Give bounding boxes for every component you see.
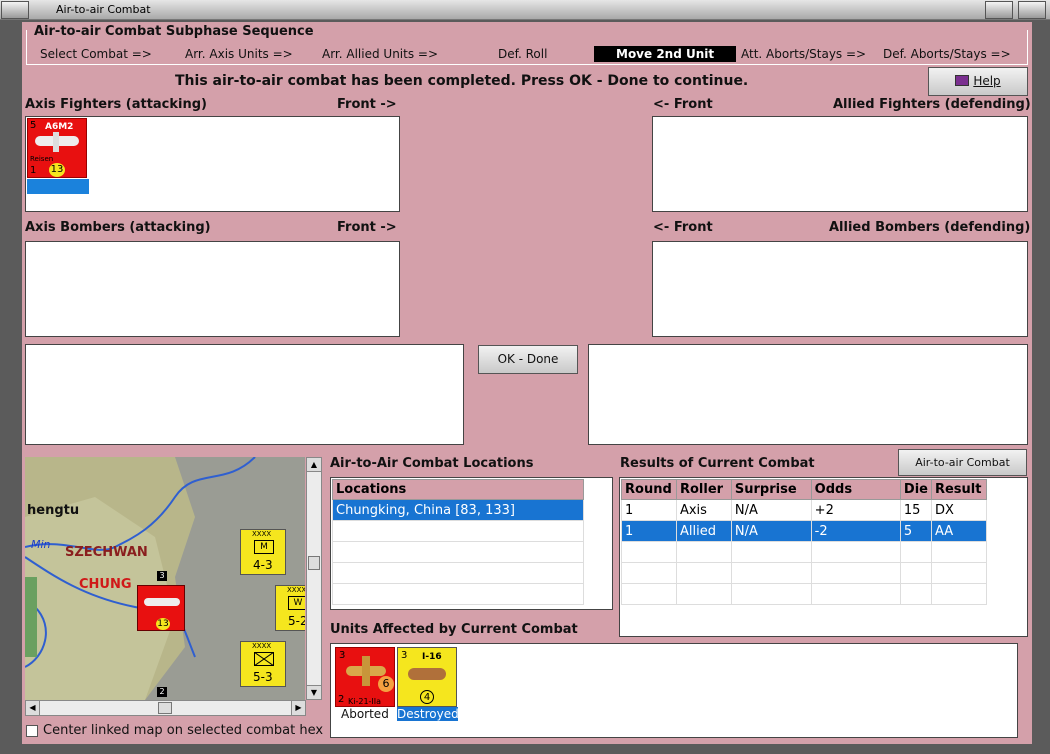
table-row[interactable]: 1 Axis N/A +2 15 DX <box>621 499 988 521</box>
axis-fighters-front-label: Front -> <box>337 97 397 112</box>
seq-move-2nd-unit: Move 2nd Unit <box>594 46 736 62</box>
center-map-checkbox[interactable] <box>26 725 38 737</box>
allied-bombers-front-label: <- Front <box>653 220 713 235</box>
col-round: Round <box>621 479 677 500</box>
close-button[interactable] <box>1018 1 1046 19</box>
seq-def-aborts: Def. Aborts/Stays => <box>883 47 1011 61</box>
allied-fighters-front-label: <- Front <box>653 97 713 112</box>
plane-icon <box>144 598 180 606</box>
location-row[interactable]: Chungking, China [83, 133] <box>332 499 584 521</box>
affected-title: Units Affected by Current Combat <box>330 622 578 637</box>
map-counter-chungking-m[interactable]: XXXX M 4-3 <box>240 529 286 575</box>
combat-chart-button[interactable]: Air-to-air Combat Chart <box>898 449 1027 494</box>
seq-def-roll: Def. Roll <box>498 47 548 61</box>
location-row-empty <box>332 583 584 605</box>
location-row-empty <box>332 541 584 563</box>
axis-bombers-front-label: Front -> <box>337 220 397 235</box>
plane-icon <box>408 668 446 680</box>
locations-table: Locations Chungking, China [83, 133] <box>332 479 584 605</box>
ok-done-button[interactable]: OK - Done <box>478 345 578 374</box>
help-button[interactable]: Help <box>928 67 1028 96</box>
col-result: Result <box>930 479 988 500</box>
table-row-empty <box>621 541 988 563</box>
seq-arr-allied: Arr. Allied Units => <box>322 47 439 61</box>
map-label-chengtu: hengtu <box>27 503 80 518</box>
hex-label-top: 3 <box>157 571 167 581</box>
scroll-left-arrow[interactable]: ◀ <box>26 701 40 715</box>
allied-fighters-label: Allied Fighters (defending) <box>833 97 1031 112</box>
scroll-right-arrow[interactable]: ▶ <box>291 701 305 715</box>
scroll-thumb[interactable] <box>158 702 172 714</box>
map-horizontal-scrollbar[interactable]: ◀ ▶ <box>25 700 306 716</box>
book-icon <box>955 75 970 86</box>
results-table: Round Roller Surprise Odds Die Result 1 … <box>621 479 988 605</box>
col-surprise: Surprise <box>730 479 812 500</box>
map-label-min-river: Min <box>31 538 51 551</box>
title-bar: Air-to-air Combat <box>0 0 1050 20</box>
sequence-title: Air-to-air Combat Subphase Sequence <box>32 24 316 39</box>
window-title: Air-to-air Combat <box>56 3 151 16</box>
allied-fighters-box[interactable] <box>652 116 1028 212</box>
locations-list[interactable]: Locations Chungking, China [83, 133] <box>330 477 613 610</box>
results-title: Results of Current Combat <box>620 456 815 471</box>
map-counter-fighter[interactable]: 13 <box>137 585 185 631</box>
bomber-wing-icon <box>362 656 370 686</box>
system-menu-button[interactable] <box>1 1 29 19</box>
location-row-empty <box>332 520 584 542</box>
col-die: Die <box>899 479 932 500</box>
center-map-label: Center linked map on selected combat hex <box>43 723 324 738</box>
affected-unit-status: Destroyed <box>397 707 459 721</box>
allied-bombers-box[interactable] <box>652 241 1028 337</box>
col-odds: Odds <box>810 479 901 500</box>
seq-arr-axis: Arr. Axis Units => <box>185 47 293 61</box>
affected-units-box: 3 6 2 Ki-21-IIa Aborted 3 I-16 4 Destroy… <box>330 643 1018 738</box>
axis-bombers-box[interactable] <box>25 241 400 337</box>
map-label-szechwan: SZECHWAN <box>65 545 148 560</box>
seq-select-combat: Select Combat => <box>40 47 152 61</box>
seq-att-aborts: Att. Aborts/Stays => <box>741 47 867 61</box>
map-vertical-scrollbar[interactable]: ▲ ▼ <box>306 457 322 700</box>
axis-fighters-box[interactable]: 5 A6M2 Reisen 1 13 <box>25 116 400 212</box>
map-counter-chungking-w[interactable]: XXXX W 5-2 <box>275 585 305 631</box>
axis-fighters-label: Axis Fighters (attacking) <box>25 97 207 112</box>
locations-title: Air-to-Air Combat Locations <box>330 456 534 471</box>
infantry-icon <box>254 652 274 666</box>
table-row[interactable]: 1 Allied N/A -2 5 AA <box>621 520 988 542</box>
linked-map[interactable]: hengtu Min SZECHWAN CHUNG 13 XXXX M 4-3 … <box>25 457 305 700</box>
allied-bombers-label: Allied Bombers (defending) <box>829 220 1031 235</box>
hex-label-bottom: 2 <box>157 687 167 697</box>
table-row-empty <box>621 562 988 584</box>
axis-bombers-label: Axis Bombers (attacking) <box>25 220 211 235</box>
axis-fighter-counter[interactable]: 5 A6M2 Reisen 1 13 <box>27 118 89 194</box>
plane-wing-icon <box>53 132 59 152</box>
location-row-empty <box>332 562 584 584</box>
table-row-empty <box>621 583 988 605</box>
affected-unit-ki21[interactable]: 3 6 2 Ki-21-IIa <box>335 647 395 707</box>
status-message: This air-to-air combat has been complete… <box>175 73 749 89</box>
scroll-down-arrow[interactable]: ▼ <box>307 685 321 699</box>
affected-unit-status: Aborted <box>341 707 389 721</box>
col-roller: Roller <box>675 479 732 500</box>
minimize-button[interactable] <box>985 1 1013 19</box>
affected-unit-i16[interactable]: 3 I-16 4 <box>397 647 457 707</box>
axis-combat-text <box>25 344 464 445</box>
allied-combat-text <box>588 344 1028 445</box>
scroll-up-arrow[interactable]: ▲ <box>307 458 321 472</box>
scroll-thumb[interactable] <box>308 556 320 570</box>
map-counter-infantry[interactable]: XXXX 5-3 <box>240 641 286 687</box>
locations-header: Locations <box>332 479 584 500</box>
map-label-chungking: CHUNG <box>79 577 132 592</box>
results-panel: Round Roller Surprise Odds Die Result 1 … <box>619 477 1028 637</box>
